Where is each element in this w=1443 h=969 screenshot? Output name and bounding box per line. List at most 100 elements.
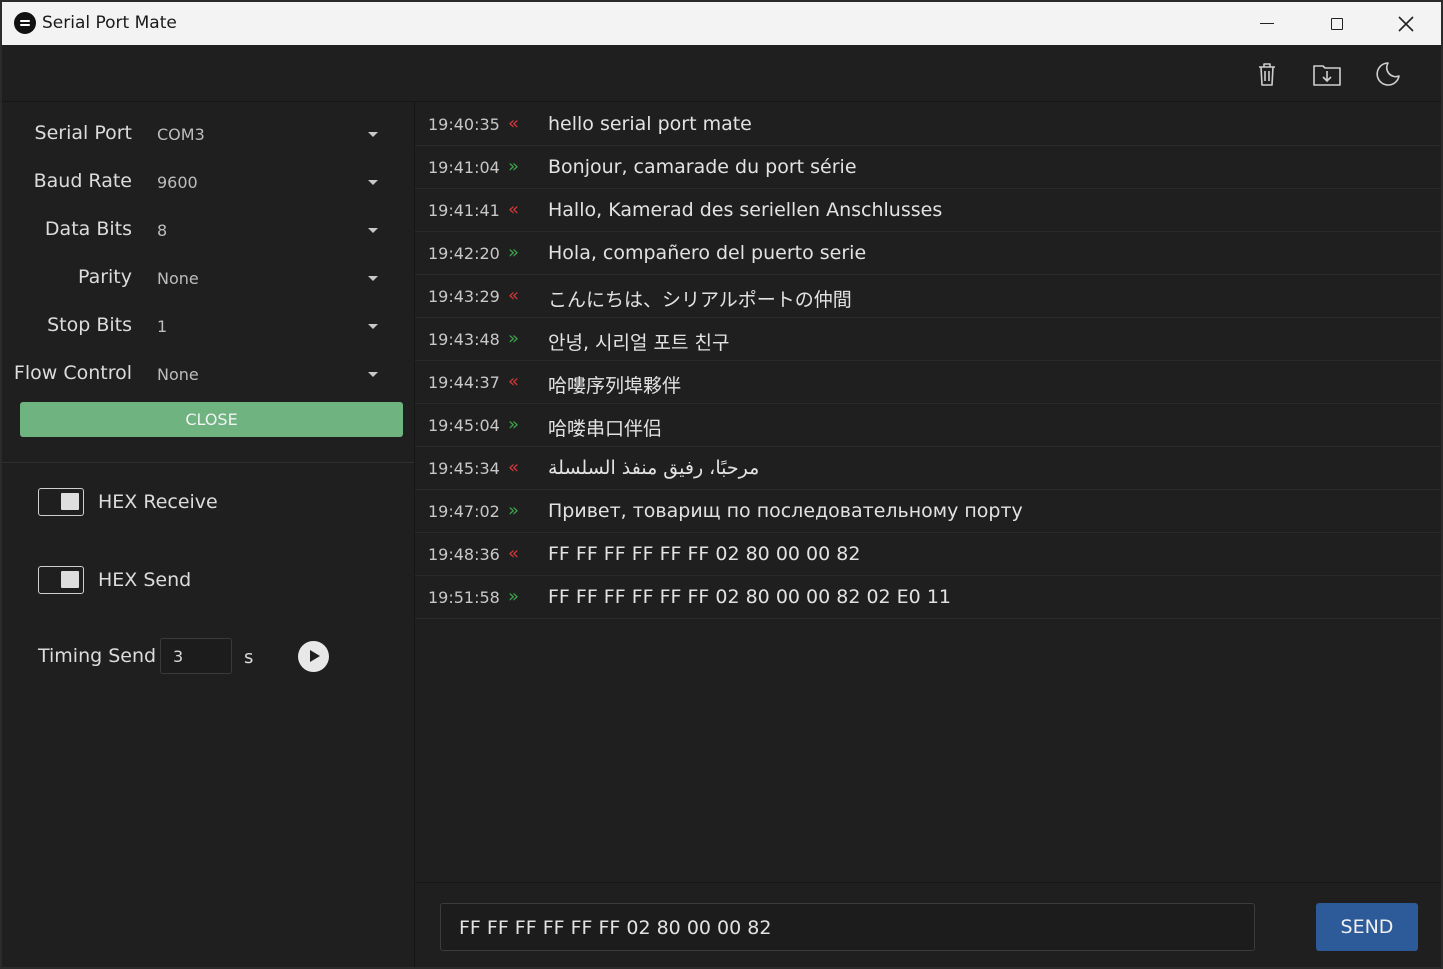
log-message: hello serial port mate [548, 113, 752, 135]
chevron-down-icon [368, 372, 378, 377]
hex-receive-label: HEX Receive [98, 491, 218, 513]
sent-arrow-icon: » [508, 328, 520, 349]
flow-control-select[interactable]: None [148, 356, 400, 392]
sent-arrow-icon: » [508, 156, 520, 177]
toggle-knob [61, 571, 79, 588]
log-row: 19:43:48 » 안녕, 시리얼 포트 친구 [415, 318, 1441, 361]
received-arrow-icon: « [508, 371, 520, 392]
baud-rate-label: Baud Rate [33, 170, 132, 192]
data-bits-value: 8 [157, 221, 168, 240]
log-message: 哈喽串口伴侣 [548, 418, 663, 440]
divider [2, 462, 414, 463]
log-row: 19:47:02 » Привет, товарищ по последовател… [415, 490, 1441, 533]
timing-send-label: Timing Send [38, 645, 157, 667]
play-icon[interactable] [298, 641, 329, 672]
log-timestamp: 19:51:58 [428, 588, 500, 607]
sent-arrow-icon: » [508, 414, 520, 435]
serial-port-value: COM3 [157, 125, 205, 144]
close-port-button[interactable]: CLOSE [20, 402, 403, 437]
data-bits-row: Data Bits 8 [2, 210, 414, 250]
data-bits-label: Data Bits [44, 218, 132, 240]
log-timestamp: 19:45:04 [428, 416, 500, 435]
serial-port-label: Serial Port [34, 122, 132, 144]
settings-panel: Serial Port COM3 Baud Rate 9600 Data Bit… [2, 102, 415, 967]
sent-arrow-icon: » [508, 500, 520, 521]
log-message: Hallo, Kamerad des seriellen Anschlusses [548, 199, 943, 221]
log-message: 哈嘍序列埠夥伴 [548, 375, 682, 397]
log-row: 19:41:41 « Hallo, Kamerad des seriellen An… [415, 189, 1441, 232]
flow-control-label: Flow Control [13, 362, 132, 384]
download-folder-icon[interactable] [1312, 59, 1342, 89]
log-row: 19:43:29 « こんにちは、シリアルポートの仲間 [415, 275, 1441, 318]
minimize-button[interactable] [1232, 2, 1302, 45]
chevron-down-icon [368, 132, 378, 137]
hex-send-label: HEX Send [98, 569, 192, 591]
received-arrow-icon: « [508, 457, 520, 478]
log-timestamp: 19:44:37 [428, 373, 500, 392]
serial-port-select[interactable]: COM3 [148, 116, 400, 152]
log-row: 19:41:04 » Bonjour, camarade du port série [415, 146, 1441, 189]
toggle-knob [61, 493, 79, 510]
log-timestamp: 19:41:04 [428, 158, 500, 177]
log-timestamp: 19:45:34 [428, 459, 500, 478]
chevron-down-icon [368, 228, 378, 233]
send-bar: FF FF FF FF FF FF 02 80 00 00 82 SEND [415, 882, 1441, 967]
received-arrow-icon: « [508, 199, 520, 220]
baud-rate-row: Baud Rate 9600 [2, 162, 414, 202]
maximize-button[interactable] [1302, 2, 1372, 45]
sent-arrow-icon: » [508, 242, 520, 263]
received-arrow-icon: « [508, 113, 520, 134]
log-message: FF FF FF FF FF FF 02 80 00 00 82 [548, 543, 861, 565]
chevron-down-icon [368, 180, 378, 185]
toolbar [2, 45, 1441, 102]
parity-row: Parity None [2, 258, 414, 298]
stop-bits-label: Stop Bits [47, 314, 132, 336]
log-message: Bonjour, camarade du port série [548, 156, 857, 178]
app-logo-icon [14, 12, 36, 34]
received-arrow-icon: « [508, 285, 520, 306]
close-icon [1398, 15, 1414, 32]
log-timestamp: 19:43:29 [428, 287, 500, 306]
window-title: Serial Port Mate [42, 13, 177, 33]
close-window-button[interactable] [1371, 2, 1441, 45]
hex-send-toggle[interactable] [38, 566, 84, 594]
send-input[interactable]: FF FF FF FF FF FF 02 80 00 00 82 [440, 903, 1255, 951]
hex-receive-toggle[interactable] [38, 488, 84, 516]
stop-bits-select[interactable]: 1 [148, 308, 400, 344]
minimize-icon [1260, 22, 1274, 25]
log-row: 19:45:04 » 哈喽串口伴侣 [415, 404, 1441, 447]
received-arrow-icon: « [508, 543, 520, 564]
log-timestamp: 19:41:41 [428, 201, 500, 220]
serial-port-row: Serial Port COM3 [2, 114, 414, 154]
log-row: 19:42:20 » Hola, compañero del puerto seri… [415, 232, 1441, 275]
hex-send-row: HEX Send [38, 565, 378, 597]
app-window: Serial Port Mate Serial Port COM3 Baud R… [2, 2, 1441, 967]
trash-icon[interactable] [1252, 59, 1282, 89]
log-message: こんにちは、シリアルポートの仲間 [548, 289, 852, 311]
moon-icon[interactable] [1372, 59, 1402, 89]
log-timestamp: 19:47:02 [428, 502, 500, 521]
flow-control-row: Flow Control None [2, 354, 414, 394]
data-bits-select[interactable]: 8 [148, 212, 400, 248]
log-message: 안녕, 시리얼 포트 친구 [548, 332, 730, 354]
stop-bits-value: 1 [157, 317, 168, 336]
send-button[interactable]: SEND [1316, 903, 1418, 951]
parity-select[interactable]: None [148, 260, 400, 296]
flow-control-value: None [157, 365, 199, 384]
parity-label: Parity [77, 266, 132, 288]
log-row: 19:44:37 « 哈嘍序列埠夥伴 [415, 361, 1441, 404]
log-timestamp: 19:48:36 [428, 545, 500, 564]
baud-rate-value: 9600 [157, 173, 198, 192]
baud-rate-select[interactable]: 9600 [148, 164, 400, 200]
timing-unit-label: s [244, 647, 254, 668]
log-message: Привет, товарищ по последовательному пор… [548, 500, 1023, 522]
log-timestamp: 19:40:35 [428, 115, 500, 134]
log-row: 19:45:34 « مرحبًا، رفيق منفذ السلسلة [415, 447, 1441, 490]
hex-receive-row: HEX Receive [38, 487, 378, 519]
title-bar: Serial Port Mate [2, 2, 1441, 45]
message-log: 19:40:35 « hello serial port mate 19:41:04 »… [415, 102, 1441, 882]
log-message: FF FF FF FF FF FF 02 80 00 00 82 02 E0 1… [548, 586, 951, 608]
chevron-down-icon [368, 276, 378, 281]
timing-interval-input[interactable]: 3 [160, 638, 232, 674]
sent-arrow-icon: » [508, 586, 520, 607]
